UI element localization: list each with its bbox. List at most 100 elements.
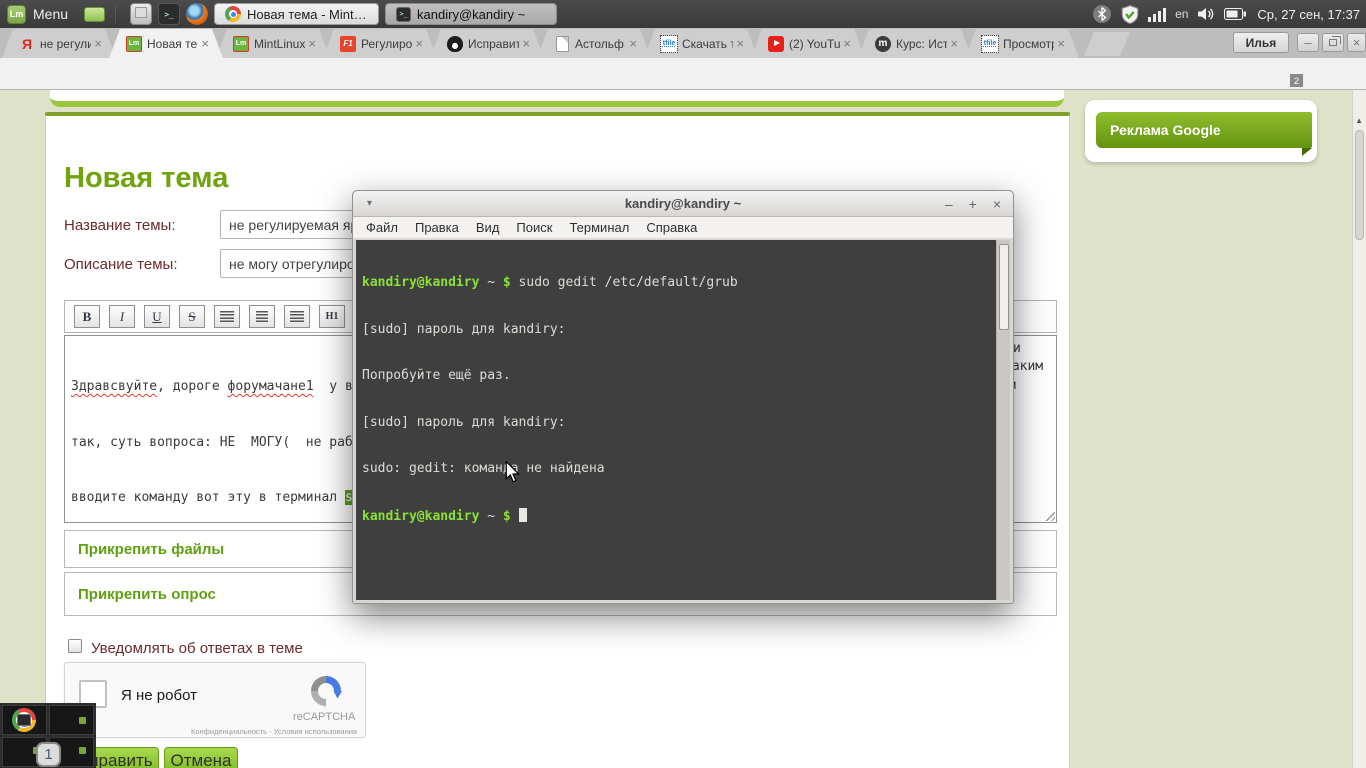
firefox-launcher-icon[interactable] [186,3,208,25]
terminal-line: [sudo] пароль для kandiry: [362,415,994,431]
align-right-button[interactable] [284,305,310,328]
cancel-button[interactable]: Отмена [164,747,238,768]
restore-button[interactable] [1322,33,1344,52]
underline-button[interactable]: U [144,305,170,328]
tab-close-icon[interactable]: × [736,36,744,51]
tab-yandex-search[interactable]: Яне регули× [2,29,116,58]
terminal-title: kandiry@kandiry ~ [625,196,741,211]
align-left-button[interactable] [214,305,240,328]
notify-checkbox[interactable] [68,639,82,653]
topic-description-label: Описание темы: [64,256,178,273]
page-scrollbar[interactable]: ▲ [1352,90,1366,768]
close-window-button[interactable]: × [1347,33,1366,52]
terminal-line: Попробуйте ещё раз. [362,368,994,384]
bluetooth-icon[interactable] [1092,4,1112,24]
update-shield-icon[interactable] [1121,5,1139,24]
tab-prosmotr[interactable]: tfileПросмотр× [965,29,1079,58]
thumbnail-window[interactable] [49,705,94,735]
tab-new-topic[interactable]: LmНовая те× [109,29,223,58]
adblock-badge: 2 [1290,74,1303,87]
terminal-output[interactable]: kandiry@kandiry ~ $ sudo gedit /etc/defa… [356,240,1010,600]
mint-menu-icon[interactable]: Lm [7,5,26,24]
terminal-titlebar[interactable]: ▾ kandiry@kandiry ~ –+ × [353,191,1013,217]
tab-close-icon[interactable]: × [522,36,530,51]
header-divider [45,112,1070,116]
window-button-label: Новая тема - MintLinux - ... [247,7,368,22]
volume-icon[interactable] [1197,7,1215,21]
menu-button[interactable]: Menu [33,6,68,22]
tfile-icon: tfile [982,36,998,52]
chrome-icon [225,6,241,22]
terminal-prompt-line: kandiry@kandiry ~ $ [362,508,994,525]
clock[interactable]: Ср, 27 сен, 17:37 [1257,7,1360,22]
files-launcher-icon[interactable] [130,3,152,25]
scroll-up-icon[interactable]: ▲ [1355,116,1363,125]
profile-button[interactable]: Илья [1233,32,1289,53]
terminal-icon: >_ [396,7,411,22]
network-signal-icon[interactable] [1148,7,1166,22]
panel-separator [115,5,116,23]
terminal-scrollbar-thumb[interactable] [999,244,1009,330]
attach-files-link[interactable]: Прикрепить файлы [78,541,224,558]
browser-tab-strip: Яне регули× LmНовая те× LmMintLinux× F1Р… [0,28,1366,58]
tab-mintlinux[interactable]: LmMintLinux× [216,29,330,58]
tab-kurs[interactable]: mКурс: Ист× [858,29,972,58]
tab-label: не регули [40,37,91,51]
heading-button[interactable]: H1 [319,305,345,328]
new-tab-button[interactable] [1084,32,1130,56]
terminal-close-button[interactable]: × [993,196,1001,212]
mintlinux-icon: Lm [233,36,249,52]
keyboard-layout-indicator[interactable]: en [1175,7,1188,21]
recaptcha-label: Я не робот [121,687,197,704]
terminal-line: [sudo] пароль для kandiry: [362,322,994,338]
terminal-maximize-button[interactable]: + [969,196,977,212]
terminal-scrollbar[interactable] [996,240,1010,600]
minimize-button[interactable]: – [1297,33,1319,52]
terminal-launcher-icon[interactable]: >_ [158,3,180,25]
tab-close-icon[interactable]: × [308,36,316,51]
tab-close-icon[interactable]: × [201,36,209,51]
window-button-browser[interactable]: Новая тема - MintLinux - ... [214,3,379,25]
tab-astolfo[interactable]: Астольф× [537,29,651,58]
attach-poll-link[interactable]: Прикрепить опрос [78,586,216,603]
tab-label: Исправит [468,37,519,51]
ad-label: Реклама Google [1110,122,1221,138]
thumbnail-chrome-window[interactable] [2,705,47,735]
desktop-panel: Lm Menu >_ Новая тема - MintLinux - ... … [0,0,1366,28]
tab-close-icon[interactable]: × [94,36,102,51]
window-menu-icon[interactable]: ▾ [367,198,372,209]
menu-view[interactable]: Вид [476,220,500,235]
scrollbar-thumb[interactable] [1355,130,1364,240]
terminal-minimize-button[interactable]: – [945,196,953,212]
desktop: Lm Menu >_ Новая тема - MintLinux - ... … [0,0,1366,768]
bold-button[interactable]: B [74,305,100,328]
terminal-window[interactable]: ▾ kandiry@kandiry ~ –+× Файл Правка Вид … [352,190,1014,604]
tab-close-icon[interactable]: × [843,36,851,51]
italic-button[interactable]: I [109,305,135,328]
menu-terminal[interactable]: Терминал [569,220,629,235]
menu-file[interactable]: Файл [366,220,398,235]
restore-icon [1329,39,1337,46]
penguin-icon [447,36,463,52]
moodle-icon: m [875,36,891,52]
recaptcha-legal-links[interactable]: Конфиденциальность - Условия использован… [65,727,357,736]
menu-help[interactable]: Справка [646,220,697,235]
window-button-terminal[interactable]: >_ kandiry@kandiry ~ [385,3,557,25]
menu-edit[interactable]: Правка [415,220,459,235]
battery-icon[interactable] [1224,8,1246,20]
show-desktop-icon[interactable] [84,7,105,22]
tab-skachat[interactable]: tfileСкачать т× [644,29,758,58]
tab-close-icon[interactable]: × [415,36,423,51]
align-center-button[interactable] [249,305,275,328]
strikethrough-button[interactable]: S [179,305,205,328]
tab-close-icon[interactable]: × [629,36,637,51]
tab-ispravit[interactable]: Исправит× [430,29,544,58]
menu-search[interactable]: Поиск [516,220,552,235]
tab-label: Регулиро [361,37,412,51]
textarea-resize-handle[interactable] [1043,509,1055,521]
tab-close-icon[interactable]: × [1057,36,1065,51]
tab-regulirovka[interactable]: F1Регулиро× [323,29,437,58]
tab-youtube[interactable]: (2) YouTu× [751,29,865,58]
tab-close-icon[interactable]: × [950,36,958,51]
mouse-cursor [505,461,521,483]
